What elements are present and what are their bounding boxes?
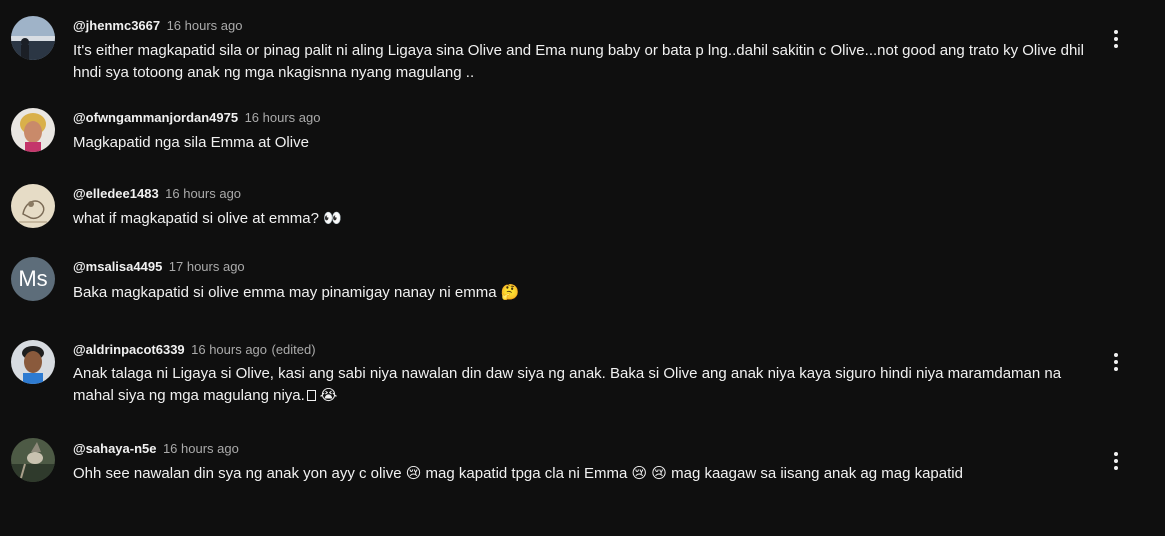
comment-header: @msalisa4495 17 hours ago bbox=[73, 259, 245, 275]
author-avatar[interactable] bbox=[11, 340, 55, 384]
comment-text-line: Anak talaga ni Ligaya si Olive, kasi ang… bbox=[73, 365, 1062, 382]
comment-time[interactable]: 16 hours ago bbox=[165, 186, 241, 201]
comment-header: @aldrinpacot6339 16 hours ago (edited) bbox=[73, 342, 316, 358]
sad-emoji-icon: 😢 bbox=[631, 465, 648, 482]
comment-text-line: mahal siya ng mga magulang niya. 😭 bbox=[73, 385, 1103, 407]
dot-icon bbox=[1114, 360, 1118, 364]
comment-time[interactable]: 16 hours ago bbox=[163, 441, 239, 456]
author-avatar[interactable] bbox=[11, 16, 55, 60]
thinking-emoji-icon: 🤔 bbox=[500, 284, 520, 301]
author-name[interactable]: @sahaya-n5e bbox=[73, 441, 157, 456]
comment-header: @elledee1483 16 hours ago bbox=[73, 186, 241, 202]
comment-text: Ohh see nawalan din sya ng anak yon ayy … bbox=[73, 465, 402, 482]
crying-emoji-icon: 😭 bbox=[319, 387, 338, 404]
sad-emoji-icon: 😢 bbox=[651, 465, 667, 482]
comment-time[interactable]: 16 hours ago bbox=[167, 18, 243, 33]
eyes-emoji-icon: 👀 bbox=[323, 210, 342, 227]
sad-emoji-icon: 😢 bbox=[405, 465, 422, 482]
comment-text: mag kaagaw sa iisang anak ag mag kapatid bbox=[671, 465, 963, 482]
dot-icon bbox=[1114, 44, 1118, 48]
comment-thread: @elledee1483 16 hours ago what if magkap… bbox=[0, 178, 1165, 254]
more-actions-button[interactable] bbox=[1104, 27, 1128, 51]
comment-body: what if magkapatid si olive at emma? 👀 bbox=[73, 208, 1103, 230]
comment-body: Baka magkapatid si olive emma may pinami… bbox=[73, 282, 1103, 304]
edited-label: (edited) bbox=[271, 342, 316, 357]
comment-header: @jhenmc3667 16 hours ago bbox=[73, 18, 242, 34]
comment-thread: Ms @msalisa4495 17 hours ago Baka magkap… bbox=[0, 254, 1165, 332]
man-portrait-avatar-icon bbox=[11, 340, 55, 384]
comment-text: Magkapatid nga sila Emma at Olive bbox=[73, 134, 309, 151]
dot-icon bbox=[1114, 367, 1118, 371]
comment-text: what if magkapatid si olive at emma? bbox=[73, 210, 319, 227]
comment-body: Ohh see nawalan din sya ng anak yon ayy … bbox=[73, 463, 1103, 485]
more-actions-button[interactable] bbox=[1104, 350, 1128, 374]
comment-text: mahal siya ng mga magulang niya. bbox=[73, 387, 305, 404]
dot-icon bbox=[1114, 466, 1118, 470]
comment-time[interactable]: 16 hours ago bbox=[245, 110, 321, 125]
author-name[interactable]: @aldrinpacot6339 bbox=[73, 342, 185, 357]
bird-photo-avatar-icon bbox=[11, 438, 55, 482]
landscape-photo-avatar-icon bbox=[11, 16, 55, 60]
more-actions-button[interactable] bbox=[1104, 449, 1128, 473]
missing-glyph-icon bbox=[306, 390, 316, 401]
sketch-avatar-icon bbox=[11, 184, 55, 228]
comment-text: mag kapatid tpga cla ni Emma bbox=[425, 465, 628, 482]
dot-icon bbox=[1114, 353, 1118, 357]
comment-text: Baka magkapatid si olive emma may pinami… bbox=[73, 284, 497, 301]
comment-thread: @aldrinpacot6339 16 hours ago (edited) A… bbox=[0, 332, 1165, 432]
author-name[interactable]: @jhenmc3667 bbox=[73, 18, 160, 33]
woman-portrait-avatar-icon bbox=[11, 108, 55, 152]
author-name[interactable]: @ofwngammanjordan4975 bbox=[73, 110, 238, 125]
dot-icon bbox=[1114, 37, 1118, 41]
author-avatar[interactable] bbox=[11, 438, 55, 482]
dot-icon bbox=[1114, 459, 1118, 463]
comment-text: It's either magkapatid sila or pinag pal… bbox=[73, 42, 1084, 81]
comment-time[interactable]: 17 hours ago bbox=[169, 259, 245, 274]
comment-body: Anak talaga ni Ligaya si Olive, kasi ang… bbox=[73, 363, 1103, 407]
author-name[interactable]: @elledee1483 bbox=[73, 186, 159, 201]
comment-thread: @jhenmc3667 16 hours ago It's either mag… bbox=[0, 0, 1165, 100]
author-avatar[interactable]: Ms bbox=[11, 257, 55, 301]
dot-icon bbox=[1114, 30, 1118, 34]
comment-thread: @sahaya-n5e 16 hours ago Ohh see nawalan… bbox=[0, 432, 1165, 536]
comment-thread: @ofwngammanjordan4975 16 hours ago Magka… bbox=[0, 100, 1165, 178]
author-name[interactable]: @msalisa4495 bbox=[73, 259, 162, 274]
comment-time[interactable]: 16 hours ago bbox=[191, 342, 267, 357]
comment-header: @ofwngammanjordan4975 16 hours ago bbox=[73, 110, 320, 126]
comment-header: @sahaya-n5e 16 hours ago bbox=[73, 441, 239, 457]
author-avatar[interactable] bbox=[11, 108, 55, 152]
author-avatar[interactable] bbox=[11, 184, 55, 228]
dot-icon bbox=[1114, 452, 1118, 456]
